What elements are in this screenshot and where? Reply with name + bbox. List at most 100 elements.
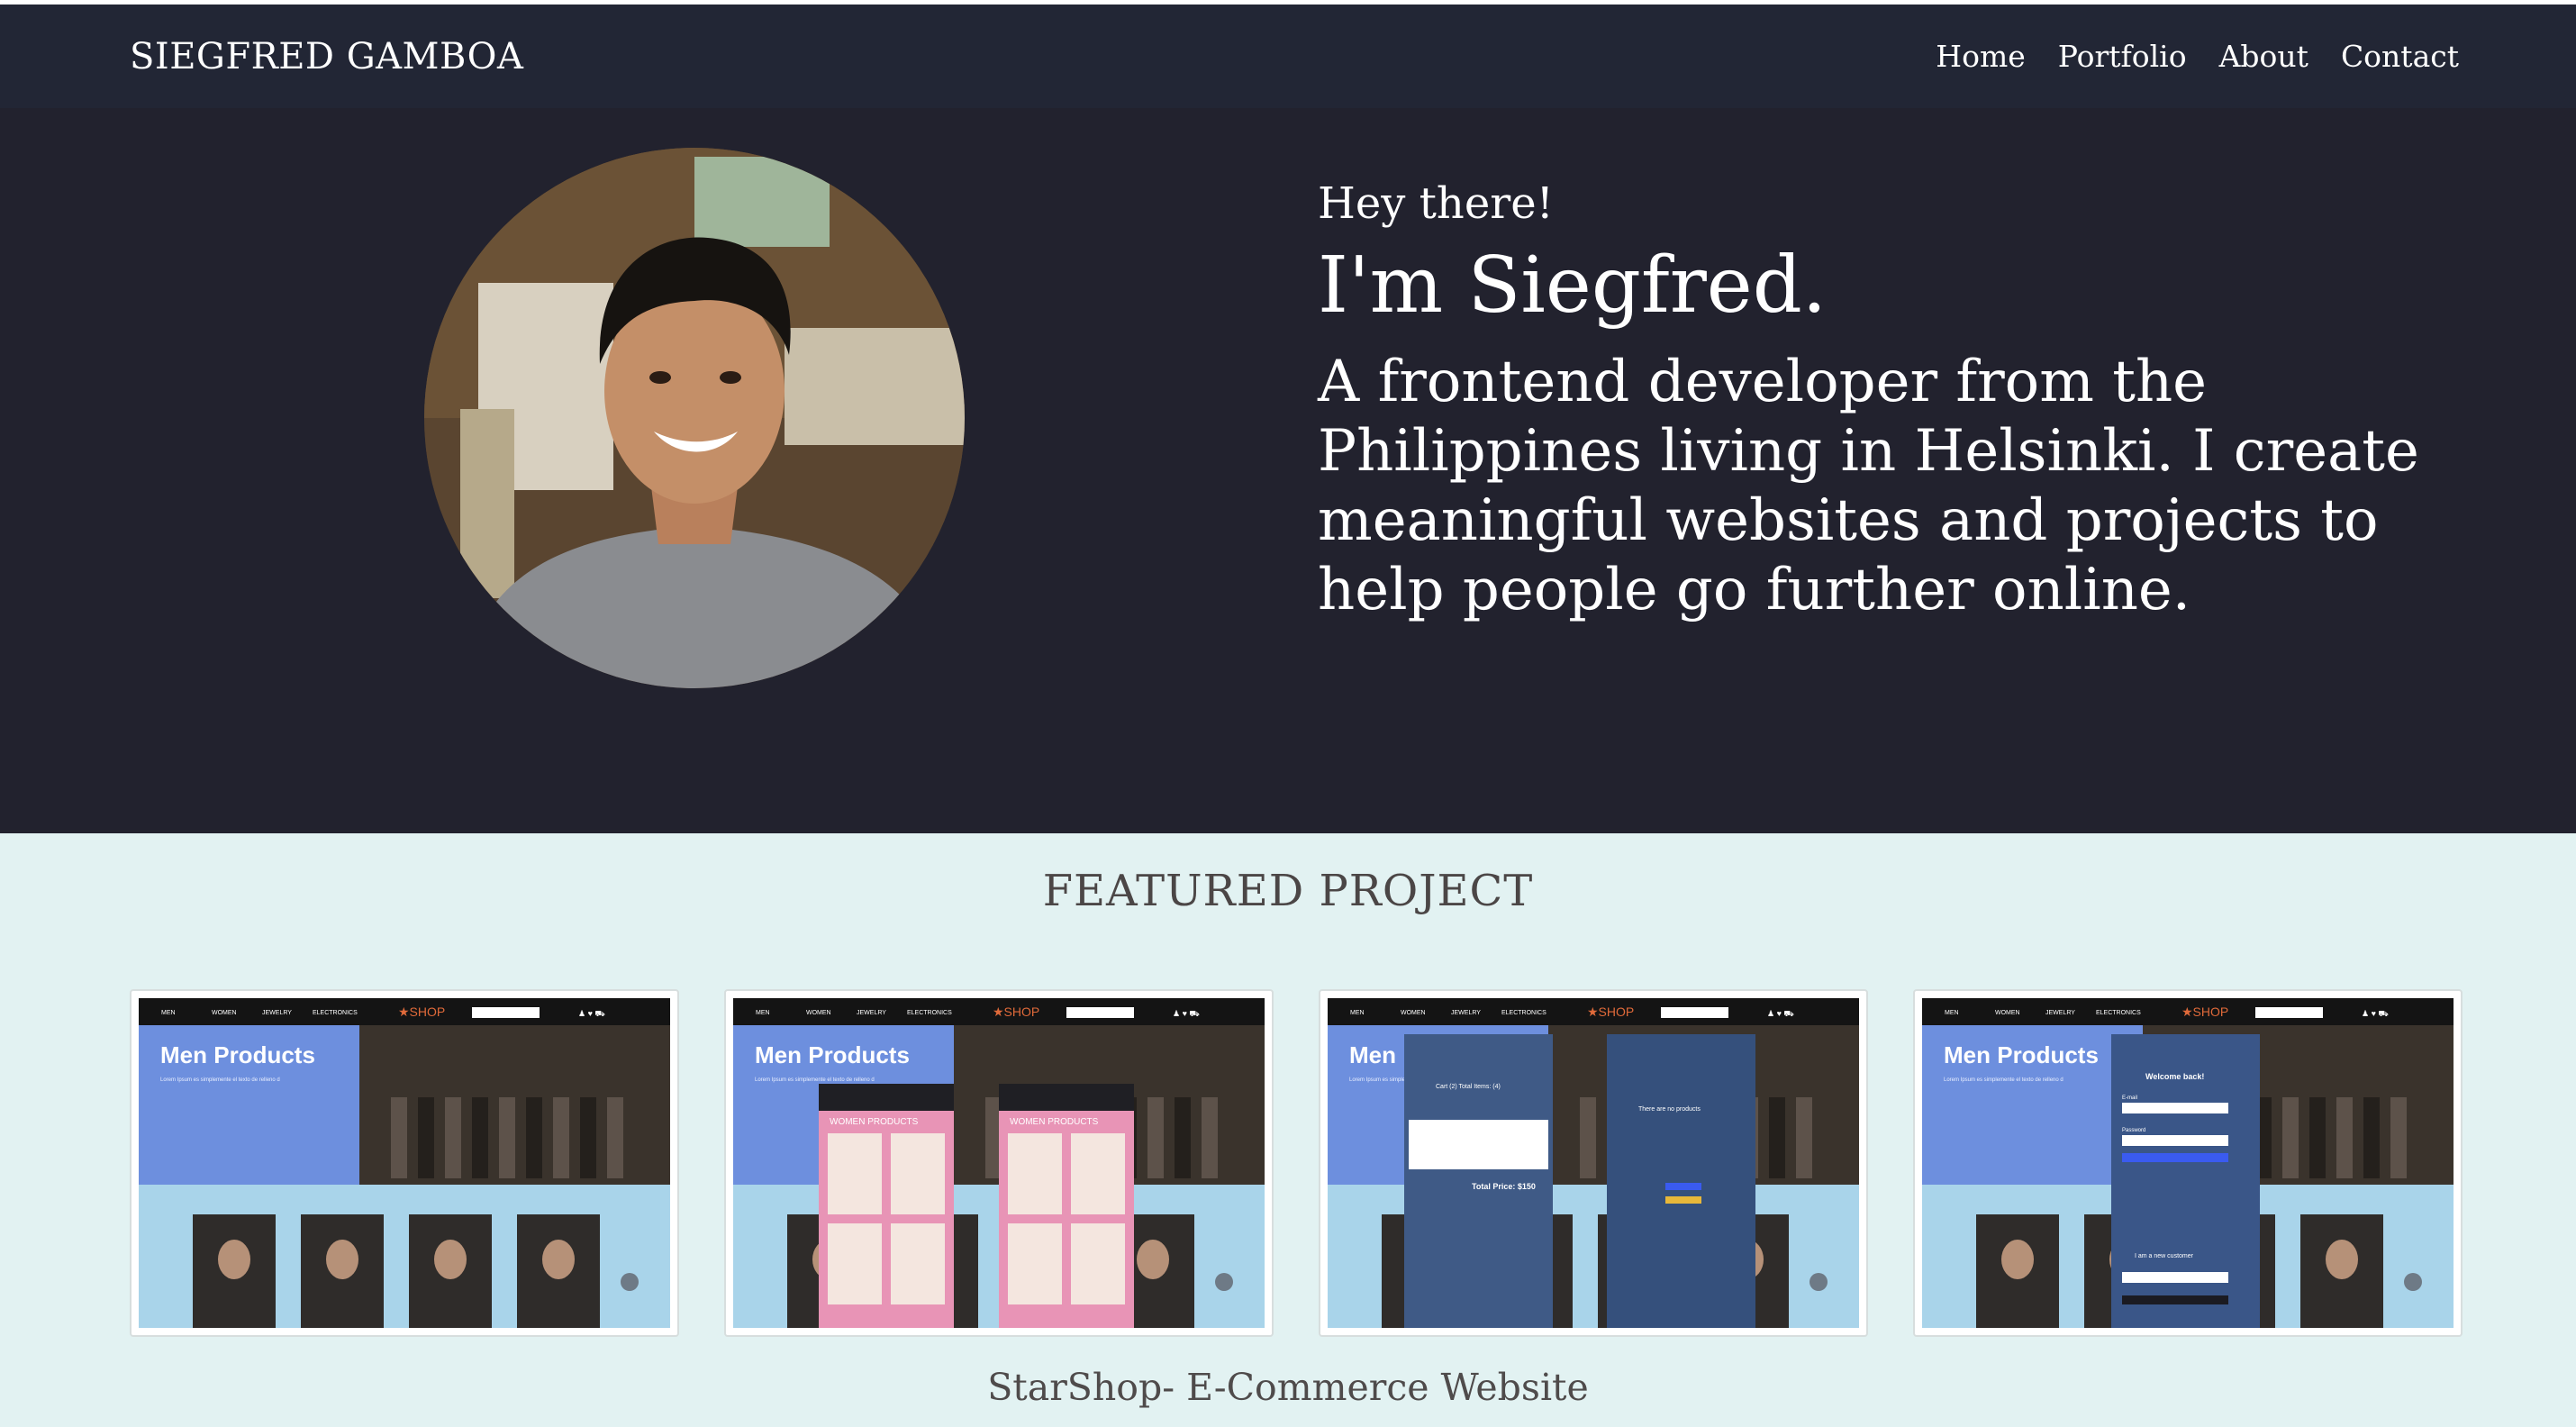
hero-description: A frontend developer from the Philippine… [1318,349,2419,623]
project-title[interactable]: StarShop- E-Commerce Website [0,1366,2576,1409]
site-brand[interactable]: SIEGFRED GAMBOA [130,36,523,77]
mini-product-model [1137,1240,1169,1279]
mini-cart-header: Cart (2) Total Items: (4) [1436,1084,1501,1090]
mini-nav-item: MEN [1350,1010,1365,1016]
mini-search [1661,1007,1728,1018]
featured-section-title: FEATURED PROJECT [1042,866,1534,916]
mini-clothes [1769,1097,1785,1178]
mini-women-title: WOMEN PRODUCTS [1010,1117,1099,1127]
mini-login-label: Password [2122,1128,2145,1133]
mini-login-button [2122,1153,2228,1162]
mini-nav-item: WOMEN [212,1010,237,1016]
mini-login-input [2122,1135,2228,1146]
mini-register-button [2122,1295,2228,1304]
mini-women-product [1008,1223,1062,1304]
profile-photo-illustration [424,148,965,688]
mini-empty-button [1665,1196,1701,1204]
mini-clothes [1147,1097,1164,1178]
mini-register-input [2122,1272,2228,1283]
mini-nav-item: JEWELRY [262,1010,292,1016]
mini-women-product [891,1133,945,1214]
hero-section: Hey there! I'm Siegfred. A frontend deve… [0,108,2576,833]
mini-product-model [218,1240,250,1279]
mini-banner-text: Lorem Ipsum es simplemente el texto de r… [1944,1077,2064,1083]
mini-nav-item: ELECTRONICS [313,1010,358,1016]
mini-product-model [434,1240,467,1279]
mini-cart-items [1409,1120,1548,1169]
mini-clothes [472,1097,488,1178]
mini-banner-title: Men Products [1944,1041,2099,1068]
mini-search [472,1007,540,1018]
mini-women-header [819,1084,954,1111]
mini-women-product [1008,1133,1062,1214]
mini-logo: ★SHOP [993,1004,1039,1019]
hero-text: Hey there! I'm Siegfred. A frontend deve… [1318,178,2480,624]
mini-product-model [326,1240,358,1279]
mini-clothes [499,1097,515,1178]
project-screenshot-card[interactable]: MEN WOMEN JEWELRY ELECTRONICS ★SHOP ♟ ♥ ⛟ Men L… [1319,989,1868,1337]
mini-clothes [391,1097,407,1178]
mini-women-product [828,1223,882,1304]
mini-women-title: WOMEN PRODUCTS [830,1117,919,1127]
project-screenshot-card[interactable]: MEN WOMEN JEWELRY ELECTRONICS ★SHOP ♟ ♥ ⛟ Men … [724,989,1274,1337]
mini-clothes [1202,1097,1218,1178]
mini-clothes [1175,1097,1191,1178]
mini-clothes [2282,1097,2299,1178]
project-screenshot: MEN WOMEN JEWELRY ELECTRONICS ★SHOP ♟ ♥ ⛟ Men … [1922,998,2454,1328]
mini-search [1066,1007,1134,1018]
mini-carousel-dot [2404,1273,2422,1291]
mini-carousel-dot [621,1273,639,1291]
mini-nav-item: WOMEN [1995,1010,2020,1016]
featured-project-section: FEATURED PROJECT MEN WOMEN JEWELRY ELECTRON… [0,833,2576,1427]
mini-clothes [2363,1097,2380,1178]
mini-nav-item: JEWELRY [857,1010,886,1016]
mini-logo: ★SHOP [2181,1004,2228,1019]
mini-search [2255,1007,2323,1018]
mini-banner-text: Lorem Ipsum es simplemente el texto de r… [160,1077,280,1083]
mini-login-input [2122,1103,2228,1113]
nav-link-contact[interactable]: Contact [2341,39,2459,74]
mini-nav-item: WOMEN [806,1010,831,1016]
mini-women-header [999,1084,1134,1111]
mini-product-model [2326,1240,2358,1279]
mini-empty-button [1665,1183,1701,1190]
mini-nav-item: JEWELRY [2045,1010,2075,1016]
mini-clothes [1580,1097,1596,1178]
hero-name: I'm Siegfred. [1318,240,1828,331]
mini-logo: ★SHOP [1587,1004,1634,1019]
mini-women-product [1071,1223,1125,1304]
mini-clothes [526,1097,542,1178]
mini-banner-text: Lorem Ipsum es simplemente el texto de r… [755,1077,875,1083]
mini-icons: ♟ ♥ ⛟ [1767,1009,1794,1018]
main-nav: Home Portfolio About Contact [1936,39,2459,74]
mini-clothes [580,1097,596,1178]
nav-link-home[interactable]: Home [1936,39,2025,74]
mini-nav-item: ELECTRONICS [907,1010,952,1016]
mini-empty-cart-panel [1607,1034,1755,1328]
mini-nav-item: MEN [756,1010,770,1016]
mini-logo: ★SHOP [398,1004,445,1019]
mini-clothes [418,1097,434,1178]
project-screenshot: MEN WOMEN JEWELRY ELECTRONICS ★SHOP ♟ ♥ ⛟ Men … [733,998,1265,1328]
mini-icons: ♟ ♥ ⛟ [578,1009,605,1018]
mini-women-product [891,1223,945,1304]
mini-icons: ♟ ♥ ⛟ [2362,1009,2389,1018]
mini-clothes [445,1097,461,1178]
mini-women-product [1071,1133,1125,1214]
mini-product-model [542,1240,575,1279]
mini-women-product [828,1133,882,1214]
mini-icons: ♟ ♥ ⛟ [1173,1009,1200,1018]
nav-link-portfolio[interactable]: Portfolio [2058,39,2187,74]
mini-banner-title: Men Products [755,1041,910,1068]
nav-link-about[interactable]: About [2219,39,2308,74]
mini-login-label: E-mail [2122,1095,2137,1101]
mini-clothes [607,1097,623,1178]
project-screenshot-card[interactable]: MEN WOMEN JEWELRY ELECTRONICS ★SHOP ♟ ♥ ⛟ Men … [1913,989,2463,1337]
mini-nav-item: ELECTRONICS [2096,1010,2141,1016]
navbar: SIEGFRED GAMBOA Home Portfolio About Con… [0,5,2576,108]
mini-empty-cart-text: There are no products [1638,1106,1701,1113]
mini-login-title: Welcome back! [2145,1072,2204,1081]
project-screenshot-card[interactable]: MEN WOMEN JEWELRY ELECTRONICS ★SHOP ♟ ♥ ⛟ Men … [130,989,679,1337]
mini-cart-panel [1404,1034,1553,1328]
mini-nav-item: MEN [161,1010,176,1016]
